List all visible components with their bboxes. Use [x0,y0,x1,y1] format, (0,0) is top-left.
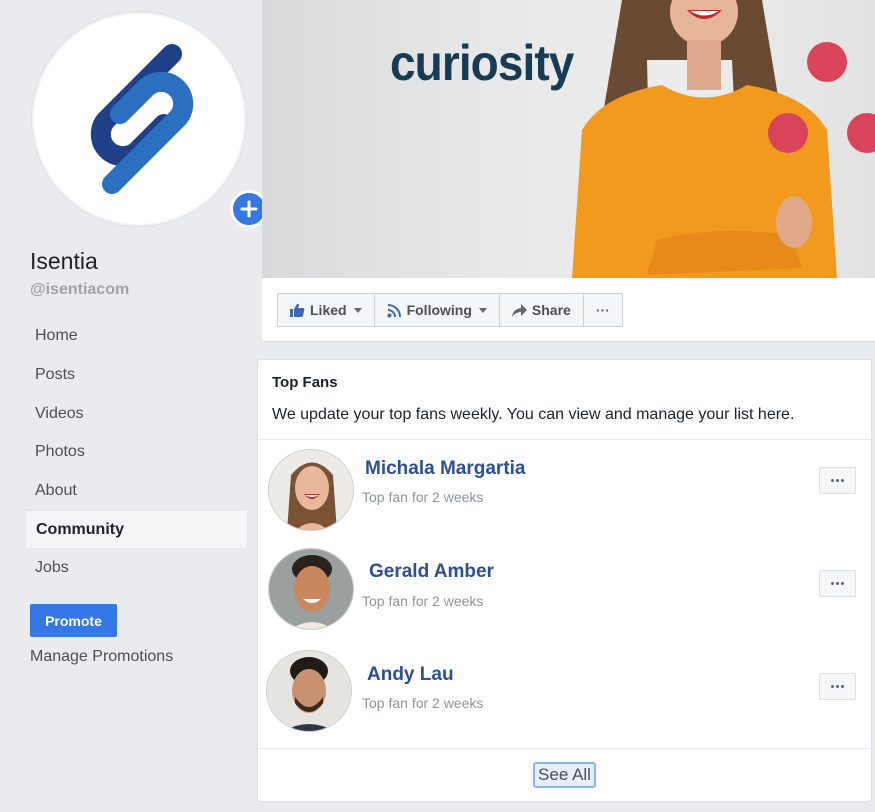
following-label: Following [406,302,472,318]
fan-photo [269,450,353,530]
fan-photo [267,651,351,731]
chevron-down-icon [353,307,362,313]
rss-icon [387,303,401,317]
sidebar: Isentia @isentiacom Home Posts Videos Ph… [0,0,268,812]
more-options-button[interactable]: ··· [584,294,622,326]
more-dots-icon [831,479,844,482]
fan-name-link[interactable]: Gerald Amber [369,561,494,583]
following-button[interactable]: Following [375,294,500,326]
action-button-group: Liked Following Share ··· [277,293,623,327]
promote-button[interactable]: Promote [30,604,117,637]
sidebar-item-posts[interactable]: Posts [25,356,248,395]
share-button[interactable]: Share [500,294,584,326]
facebook-page: Isentia @isentiacom Home Posts Videos Ph… [0,0,875,812]
page-actions-bar: Liked Following Share ··· [262,278,875,342]
top-fans-footer: See All [258,748,871,801]
page-name: Isentia [30,248,98,274]
fan-subtitle: Top fan for 2 weeks [362,489,484,505]
fan-list-item: Michala Margartia Top fan for 2 weeks [258,446,871,546]
fan-name-link[interactable]: Michala Margartia [365,458,526,480]
sidebar-item-jobs[interactable]: Jobs [25,549,248,588]
see-all-link[interactable]: See All [533,762,596,788]
fan-options-button[interactable] [819,673,856,700]
more-dots-icon [831,685,844,688]
fan-subtitle: Top fan for 2 weeks [362,695,484,711]
chevron-down-icon [478,307,487,313]
sidebar-item-photos[interactable]: Photos [25,433,248,472]
fan-list-item: Andy Lau Top fan for 2 weeks [258,648,871,748]
cover-photo[interactable]: curiosity [262,0,875,278]
fan-avatar[interactable] [268,548,354,630]
fan-options-button[interactable] [819,570,856,597]
thumbs-up-icon [290,303,305,317]
page-handle[interactable]: @isentiacom [30,281,129,299]
fan-list-item: Gerald Amber Top fan for 2 weeks [258,546,871,646]
cover-person-image [572,0,875,278]
more-label: ··· [595,302,610,318]
red-dot [807,42,847,82]
more-dots-icon [831,582,844,585]
manage-promotions-link[interactable]: Manage Promotions [30,648,173,666]
page-nav: Home Posts Videos Photos About Community… [25,317,248,588]
top-fans-title: Top Fans [272,374,338,391]
isentia-logo-icon [90,44,194,194]
top-fans-header: Top Fans We update your top fans weekly.… [258,360,871,440]
fan-subtitle: Top fan for 2 weeks [362,593,484,609]
fan-options-button[interactable] [819,467,856,494]
fan-avatar[interactable] [266,650,352,732]
share-arrow-icon [511,303,527,317]
sidebar-item-home[interactable]: Home [25,317,248,356]
fan-name-link[interactable]: Andy Lau [367,664,454,686]
fan-avatar[interactable] [268,449,354,531]
liked-label: Liked [310,302,347,318]
sidebar-item-about[interactable]: About [25,472,248,511]
liked-button[interactable]: Liked [278,294,375,326]
plus-icon [240,200,258,218]
top-fans-card: Top Fans We update your top fans weekly.… [257,359,872,802]
top-fans-description: We update your top fans weekly. You can … [272,406,795,423]
share-label: Share [531,302,571,318]
fan-photo [269,549,353,629]
sidebar-item-videos[interactable]: Videos [25,394,248,433]
sidebar-item-community[interactable]: Community [25,510,248,550]
profile-picture[interactable] [32,12,268,228]
cover-headline: curiosity [390,35,574,91]
